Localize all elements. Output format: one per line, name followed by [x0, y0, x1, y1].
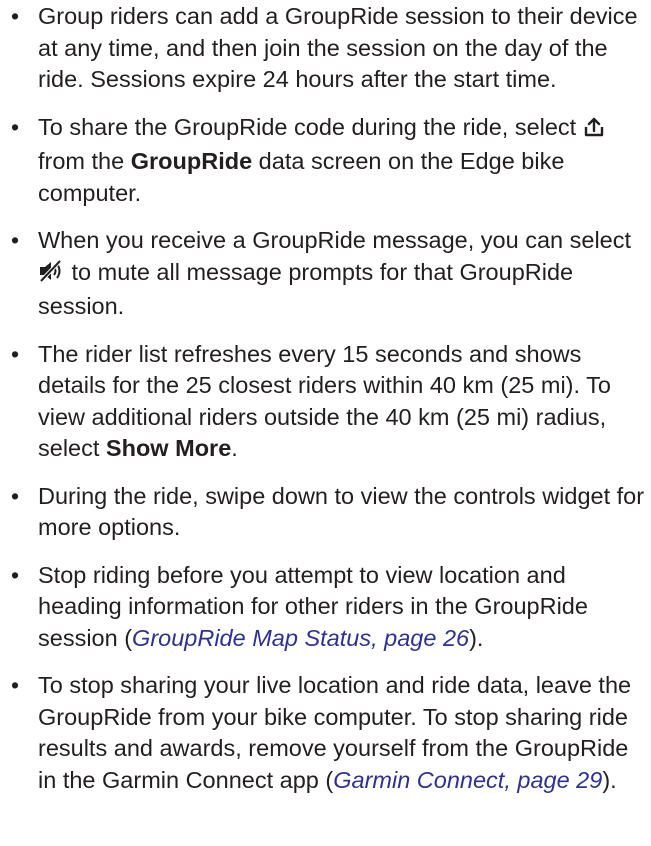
- bullet-marker: •: [10, 3, 20, 29]
- bullet-marker: •: [10, 482, 20, 509]
- bullet-marker: •: [10, 561, 20, 588]
- share-icon: [583, 115, 605, 147]
- document-page: • Group riders can add a GroupRide sessi…: [0, 1, 651, 846]
- item-text-mid: from the: [38, 148, 131, 174]
- item-text-post: to mute all message prompts for that Gro…: [38, 258, 574, 320]
- item-text-post: .: [231, 435, 238, 461]
- bullet-marker: •: [10, 227, 20, 253]
- item-text-pre: When you receive a GroupRide message, yo…: [38, 227, 632, 253]
- item-text-post: ).: [602, 766, 617, 793]
- list-item: • The rider list refreshes every 15 seco…: [0, 339, 651, 465]
- bullet-marker: •: [10, 113, 20, 140]
- list-item: • To stop sharing your live location and…: [0, 670, 651, 796]
- bullet-list: • Group riders can add a GroupRide sessi…: [0, 1, 651, 796]
- mute-icon: [38, 259, 64, 292]
- list-item: • Group riders can add a GroupRide sessi…: [0, 1, 651, 96]
- ui-label-grouopride: GroupRide: [130, 148, 253, 174]
- item-text: During the ride, swipe down to view the …: [38, 482, 645, 541]
- list-item: • When you receive a GroupRide message, …: [0, 225, 651, 323]
- bullet-marker: •: [10, 340, 20, 367]
- item-text-pre: To share the GroupRide code during the r…: [38, 113, 583, 140]
- cross-reference-link[interactable]: GroupRide Map Status, page 26: [132, 625, 469, 651]
- bullet-marker: •: [10, 672, 20, 698]
- list-item: • Stop riding before you attempt to view…: [0, 560, 651, 655]
- item-text: Group riders can add a GroupRide session…: [38, 3, 638, 92]
- list-item: • During the ride, swipe down to view th…: [0, 481, 651, 544]
- item-text-post: ).: [469, 624, 484, 651]
- list-item: • To share the GroupRide code during the…: [0, 112, 651, 210]
- cross-reference-link[interactable]: Garmin Connect, page 29: [333, 767, 602, 793]
- ui-label-show-more: Show More: [105, 435, 232, 461]
